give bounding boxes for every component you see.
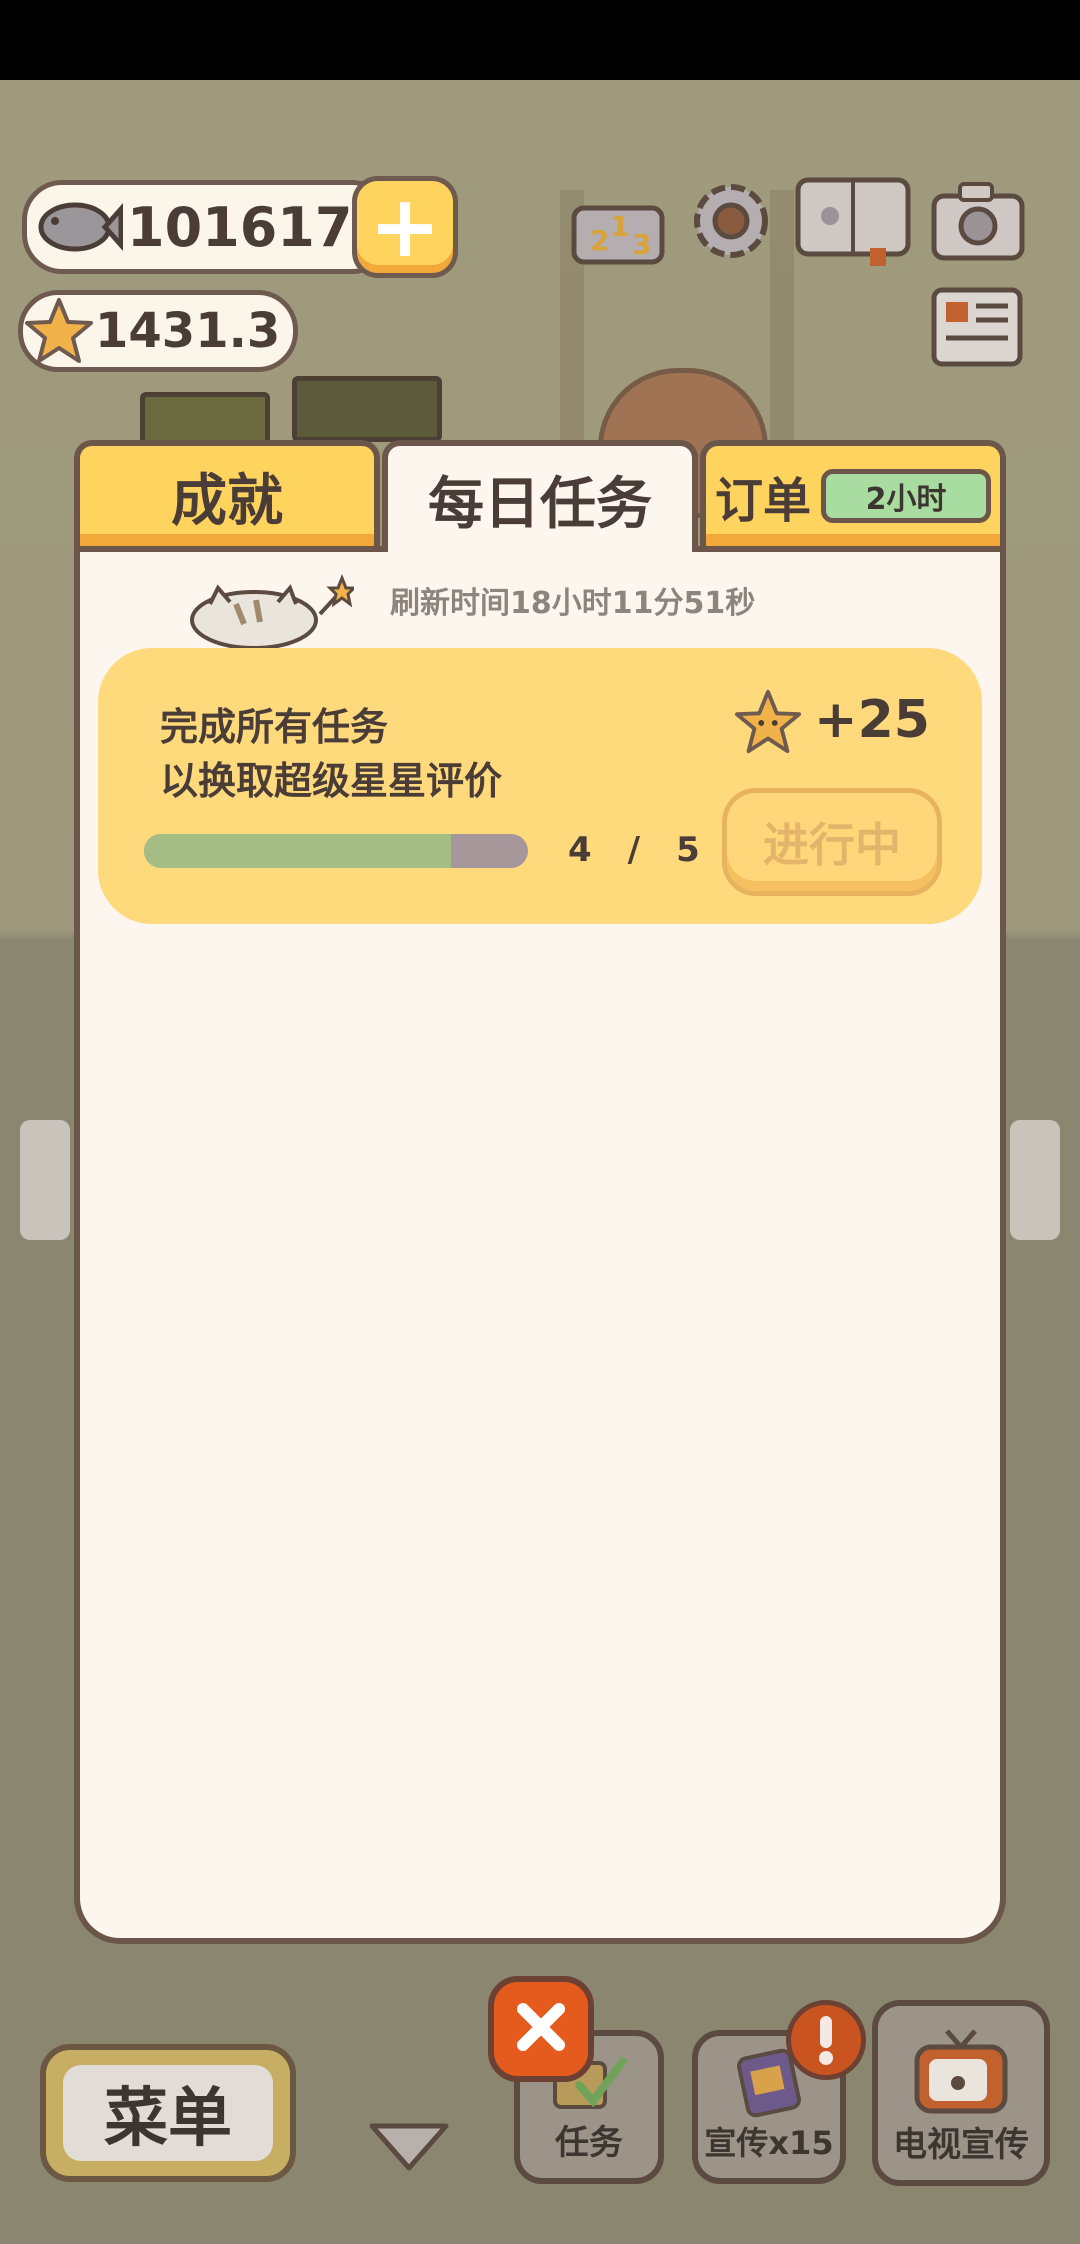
add-fish-button[interactable]: + bbox=[352, 176, 458, 278]
fish-count: 101617 bbox=[127, 195, 353, 259]
progress-separator: / bbox=[627, 830, 641, 870]
tab-daily-tasks-label: 每日任务 bbox=[428, 471, 652, 537]
tab-daily-tasks[interactable]: 每日任务 bbox=[382, 440, 698, 552]
ranking-icon[interactable]: 213 bbox=[570, 178, 666, 266]
star-rating-pill: 1431.3 bbox=[18, 290, 298, 372]
tv-promo-button[interactable]: 电视宣传 bbox=[872, 2000, 1050, 2186]
task-progress-fill bbox=[144, 834, 452, 868]
star-rating-value: 1431.3 bbox=[95, 303, 281, 359]
reward-star-icon bbox=[734, 688, 802, 756]
catbook-icon[interactable] bbox=[794, 172, 912, 268]
tv-promo-label: 电视宣传 bbox=[893, 2125, 1029, 2165]
tab-achievements-label: 成就 bbox=[171, 468, 283, 534]
tasks-label: 任务 bbox=[555, 2123, 623, 2163]
close-button[interactable] bbox=[488, 1976, 594, 2082]
alert-exclamation-icon bbox=[786, 2000, 866, 2080]
progress-total: 5 bbox=[676, 830, 700, 870]
task-reward-amount: +25 bbox=[814, 690, 930, 750]
refresh-timer-text: 刷新时间18小时11分51秒 bbox=[390, 586, 756, 621]
star-icon bbox=[23, 296, 95, 366]
tab-orders-label: 订单 bbox=[714, 473, 811, 529]
task-progress-text: 4 / 5 bbox=[568, 830, 700, 870]
tv-icon bbox=[911, 2027, 1011, 2117]
left-arrow-decoration[interactable] bbox=[20, 1120, 70, 1240]
task-description-line2: 以换取超级星星评价 bbox=[160, 759, 503, 803]
tab-orders[interactable]: 订单 2小时 bbox=[700, 440, 1006, 546]
plus-icon: + bbox=[368, 177, 442, 277]
task-description-line1: 完成所有任务 bbox=[160, 705, 389, 749]
chevron-down-icon[interactable] bbox=[364, 2118, 454, 2174]
menu-button[interactable]: 菜单 bbox=[40, 2044, 296, 2182]
in-progress-button[interactable]: 进行中 bbox=[722, 788, 942, 896]
newspaper-icon[interactable] bbox=[930, 284, 1024, 370]
camera-icon[interactable] bbox=[930, 178, 1026, 264]
svg-text:1: 1 bbox=[610, 210, 629, 243]
promo-label: 宣传x15 bbox=[704, 2124, 834, 2162]
close-icon bbox=[511, 1997, 571, 2061]
task-progress-bar bbox=[144, 834, 528, 868]
svg-text:2: 2 bbox=[590, 224, 609, 257]
settings-gear-icon[interactable] bbox=[686, 176, 776, 266]
right-arrow-decoration[interactable] bbox=[1010, 1120, 1060, 1240]
menu-label: 菜单 bbox=[63, 2065, 273, 2161]
fish-icon bbox=[27, 187, 127, 267]
orders-timer-badge: 2小时 bbox=[821, 469, 991, 523]
svg-text:3: 3 bbox=[632, 228, 651, 261]
fish-currency-pill: 101617 bbox=[22, 180, 392, 274]
progress-current: 4 bbox=[568, 830, 592, 870]
fish-sign-decoration bbox=[292, 376, 442, 442]
tab-achievements[interactable]: 成就 bbox=[74, 440, 380, 546]
status-bar bbox=[0, 0, 1080, 80]
in-progress-label: 进行中 bbox=[763, 818, 901, 872]
